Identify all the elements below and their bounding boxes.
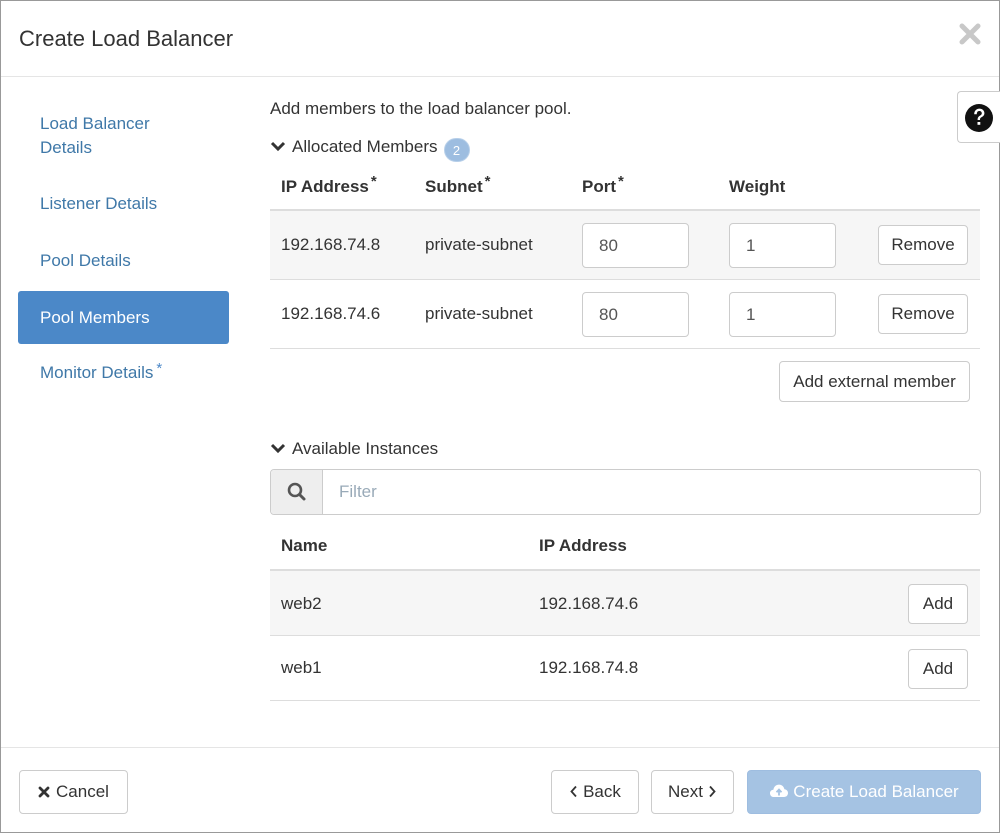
nav-item-label: Load Balancer [40,114,150,133]
chevron-left-icon [570,785,577,798]
available-instances-toggle[interactable]: Available Instances [270,439,438,459]
modal-header: Create Load Balancer [1,1,999,77]
chevron-right-icon [709,785,716,798]
nav-item-label: Pool Members [40,308,150,327]
allocated-count-badge: 2 [443,138,470,162]
help-button[interactable] [957,91,1000,143]
nav-item-label-line2: Details [40,138,92,157]
search-icon [287,482,306,501]
required-marker: * [156,360,163,377]
member-subnet: private-subnet [425,235,533,254]
port-input[interactable] [582,223,689,268]
add-external-member-button[interactable]: Add external member [779,361,970,402]
add-instance-button[interactable]: Add [908,649,968,689]
allocated-member-row: 192.168.74.8 private-subnet Remove [270,211,980,280]
available-instance-row: web2 192.168.74.6 Add [270,571,980,636]
column-header-subnet: Subnet * [425,173,491,196]
column-header-ip-address: IP Address * [281,173,377,196]
nav-item-monitor-details[interactable]: Monitor Details * [18,360,229,385]
close-icon[interactable] [957,21,983,47]
available-instance-row: web1 192.168.74.8 Add [270,636,980,701]
nav-item-pool-details[interactable]: Pool Details [18,249,229,273]
add-instance-button[interactable]: Add [908,584,968,624]
next-button[interactable]: Next [651,770,734,814]
nav-item-label: Pool Details [40,251,131,270]
instance-ip: 192.168.74.8 [539,658,639,677]
nav-item-pool-members[interactable]: Pool Members [18,291,229,344]
create-load-balancer-button[interactable]: Create Load Balancer [747,770,981,814]
back-label: Back [583,782,621,801]
chevron-down-icon [270,443,286,454]
create-label: Create Load Balancer [793,782,959,801]
instance-name: web2 [281,594,322,613]
times-icon [38,786,50,798]
member-ip: 192.168.74.8 [281,235,381,254]
nav-item-label: Monitor Details [40,363,154,382]
search-addon [271,470,323,514]
nav-item-load-balancer-details[interactable]: Load Balancer Details [18,112,229,160]
cloud-upload-icon [770,784,789,797]
column-header-port: Port * [582,173,624,196]
filter-group [270,469,981,515]
instance-ip: 192.168.74.6 [539,594,639,613]
member-subnet: private-subnet [425,304,533,323]
nav-item-label: Listener Details [40,194,158,213]
port-input[interactable] [582,292,689,337]
weight-input[interactable] [729,223,836,268]
column-header-weight: Weight [729,177,786,196]
filter-input[interactable] [324,470,979,514]
remove-member-button[interactable]: Remove [878,225,968,265]
modal-footer: Cancel Back Next Create Load Balancer [1,747,999,832]
allocated-member-row: 192.168.74.6 private-subnet Remove [270,280,980,349]
modal-title: Create Load Balancer [19,26,234,51]
question-circle-icon [965,104,993,132]
weight-input[interactable] [729,292,836,337]
chevron-down-icon [270,141,286,152]
column-header-ip-address: IP Address [539,536,627,555]
allocated-members-heading: Allocated Members [292,137,438,156]
available-instances-heading: Available Instances [292,439,439,458]
remove-member-button[interactable]: Remove [878,294,968,334]
instance-name: web1 [281,658,322,677]
member-ip: 192.168.74.6 [281,304,381,323]
back-button[interactable]: Back [551,770,639,814]
intro-text: Add members to the load balancer pool. [270,99,572,118]
cancel-label: Cancel [56,782,109,801]
allocated-members-toggle[interactable]: Allocated Members 2 [270,137,470,162]
create-load-balancer-modal: Create Load Balancer Load Balancer Detai… [0,0,1000,833]
column-header-name: Name [281,536,328,555]
nav-item-listener-details[interactable]: Listener Details [18,192,229,216]
cancel-button[interactable]: Cancel [19,770,128,814]
next-label: Next [668,782,703,801]
